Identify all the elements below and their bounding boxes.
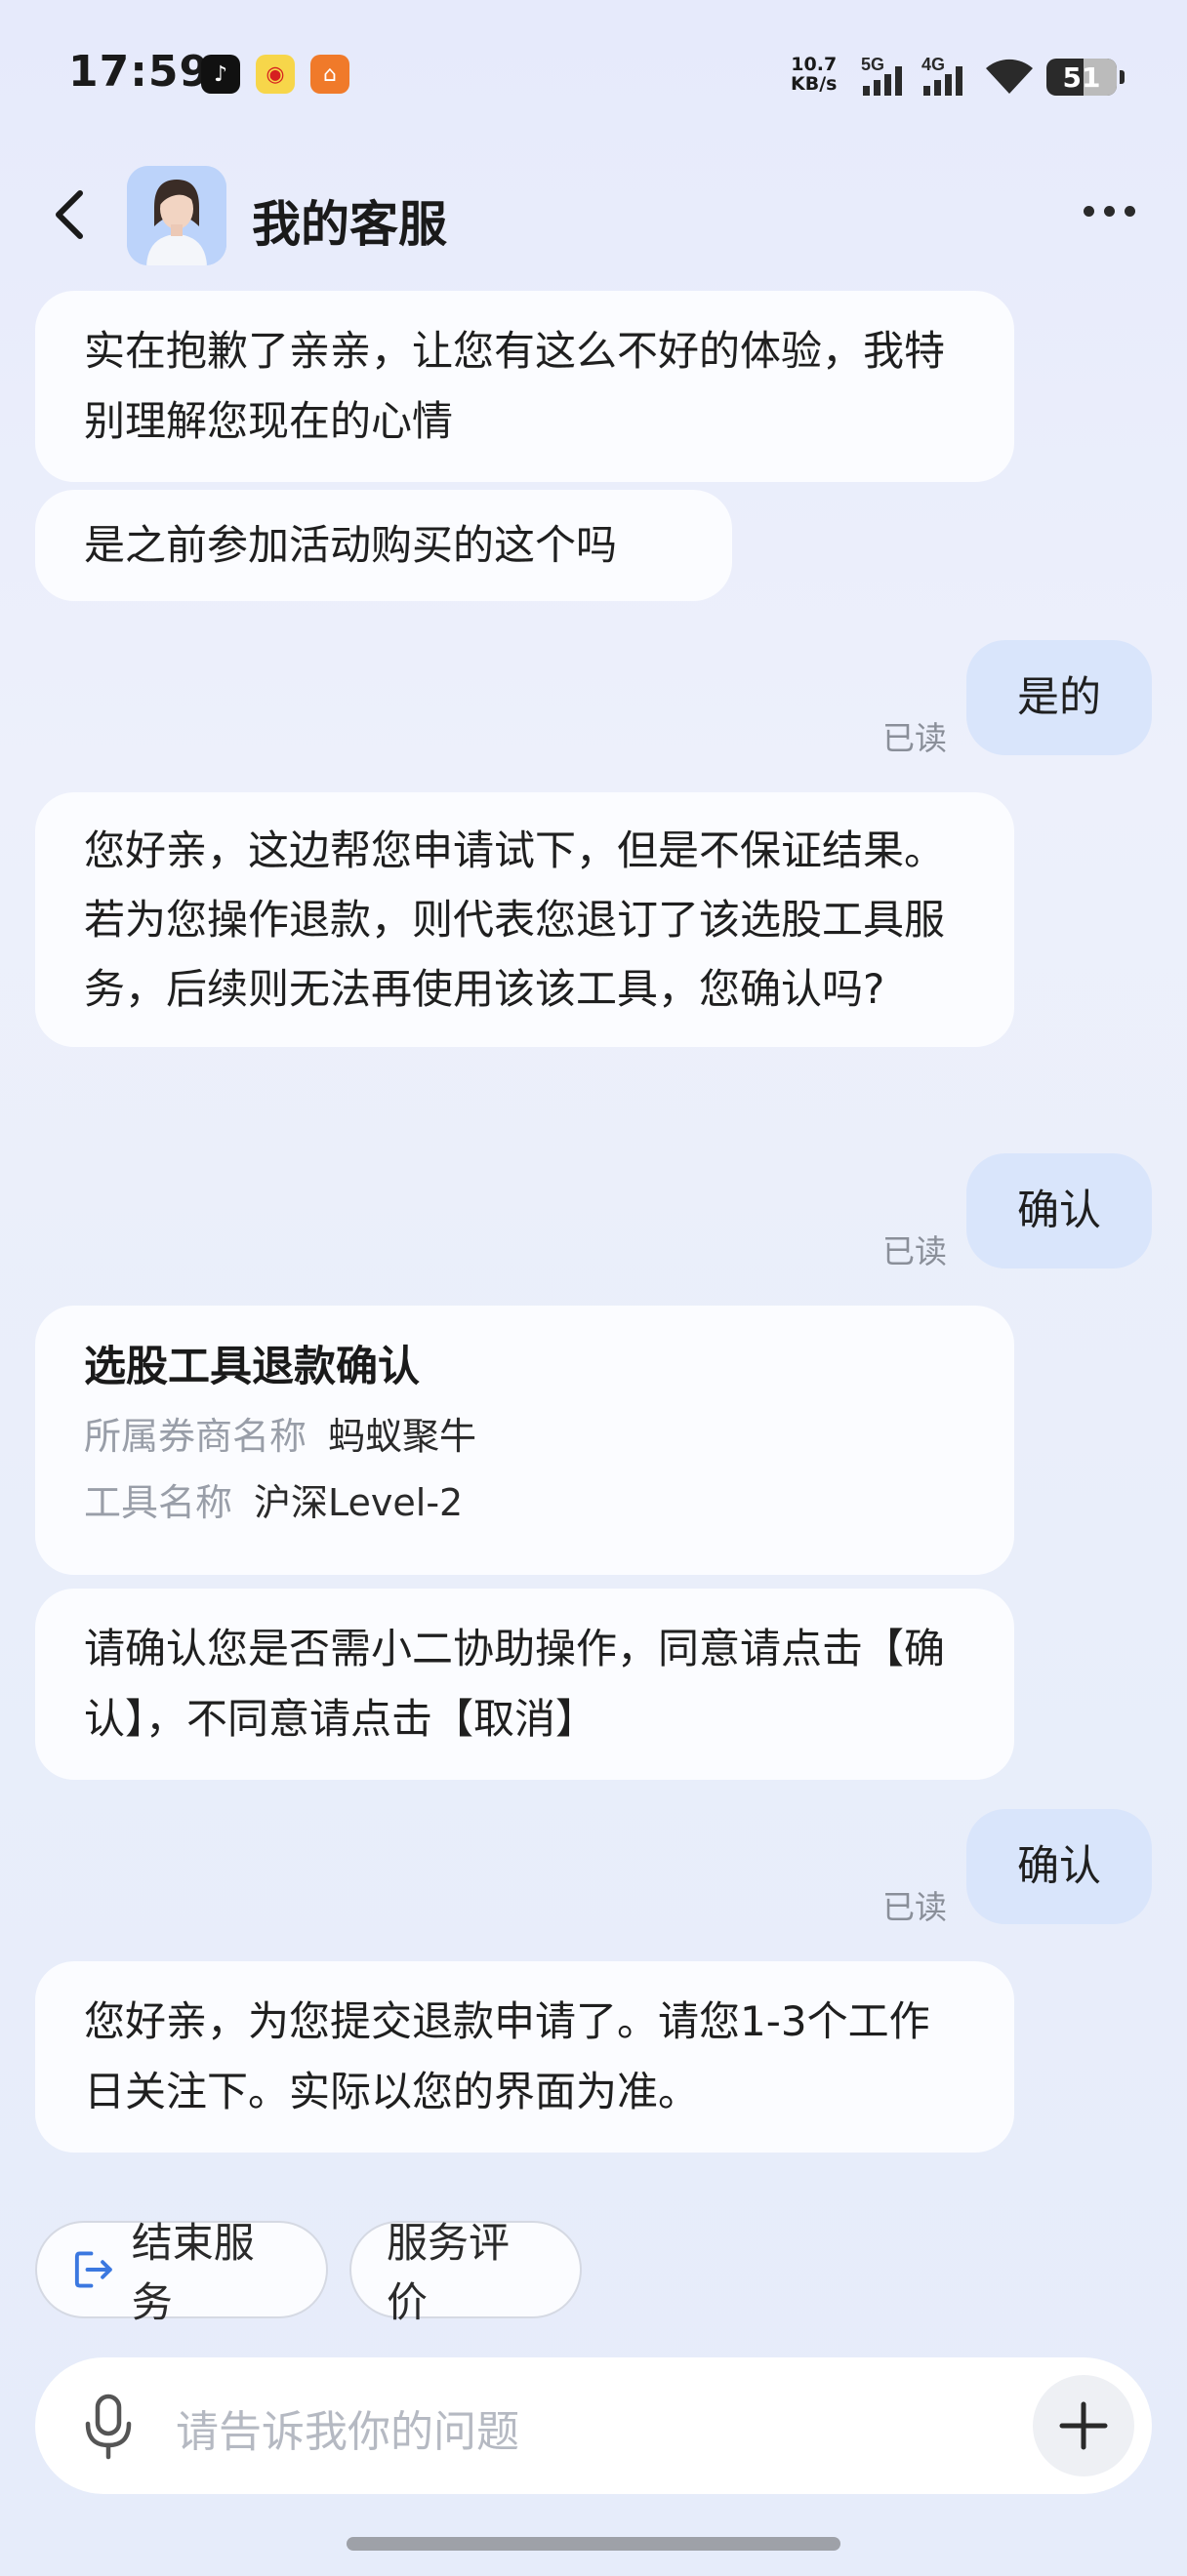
status-time: 17:59 xyxy=(68,47,211,97)
battery-icon: 51 xyxy=(1046,59,1125,96)
user-message: 确认 xyxy=(966,1153,1152,1268)
plus-icon xyxy=(1059,2401,1108,2450)
end-service-button[interactable]: 结束服务 xyxy=(35,2219,328,2326)
user-message: 是的 xyxy=(966,640,1152,755)
refund-confirmation-card[interactable]: 选股工具退款确认 所属券商名称 蚂蚁聚牛 工具名称 沪深Level-2 xyxy=(35,1306,1014,1575)
message-input[interactable]: 请告诉我你的问题 xyxy=(176,2396,519,2459)
back-button[interactable] xyxy=(47,185,96,244)
tiktok-icon: ♪ xyxy=(201,55,240,94)
orange-app-icon: ⌂ xyxy=(310,55,349,94)
agent-message: 是之前参加活动购买的这个吗 xyxy=(35,490,732,601)
agent-avatar[interactable] xyxy=(127,166,226,265)
user-message: 确认 xyxy=(966,1809,1152,1924)
card-title: 选股工具退款确认 xyxy=(84,1343,420,1391)
signal-4g-icon: 4G xyxy=(921,53,970,101)
message-input-bar: 请告诉我你的问题 xyxy=(35,2357,1152,2494)
rate-service-button[interactable]: 服务评价 xyxy=(349,2219,582,2326)
voice-input-button[interactable] xyxy=(74,2391,143,2461)
read-receipt: 已读 xyxy=(882,1888,947,1926)
more-options-button[interactable] xyxy=(1084,191,1152,230)
more-dots-icon xyxy=(1084,205,1094,217)
card-row-tool: 工具名称 沪深Level-2 xyxy=(84,1481,464,1524)
svg-text:4G: 4G xyxy=(921,55,945,74)
status-bar: 17:59 ♪ ◉ ⌂ 10.7 KB/s 5G 4G 51 xyxy=(0,0,1187,156)
agent-message: 您好亲，为您提交退款申请了。请您1-3个工作日关注下。实际以您的界面为准。 xyxy=(35,1961,1014,2153)
microphone-icon xyxy=(85,2394,132,2460)
svg-text:5G: 5G xyxy=(861,55,884,74)
add-button[interactable] xyxy=(1033,2375,1134,2476)
agent-message: 请确认您是否需小二协助操作，同意请点击【确认】，不同意请点击【取消】 xyxy=(35,1589,1014,1780)
read-receipt: 已读 xyxy=(882,719,947,757)
agent-message: 您好亲，这边帮您申请试下，但是不保证结果。若为您操作退款，则代表您退订了该选股工… xyxy=(35,792,1014,1047)
signal-5g-icon: 5G xyxy=(861,53,910,101)
exit-icon xyxy=(74,2251,112,2288)
home-indicator[interactable] xyxy=(347,2537,840,2551)
page-title: 我的客服 xyxy=(252,196,447,253)
card-row-broker: 所属券商名称 蚂蚁聚牛 xyxy=(84,1415,477,1458)
network-speed: 10.7 KB/s xyxy=(791,54,838,95)
wifi-icon xyxy=(982,55,1037,100)
weibo-icon: ◉ xyxy=(256,55,295,94)
chat-header: 我的客服 xyxy=(0,156,1187,273)
agent-message: 实在抱歉了亲亲，让您有这么不好的体验，我特别理解您现在的心情 xyxy=(35,291,1014,482)
chevron-left-icon xyxy=(56,190,83,239)
read-receipt: 已读 xyxy=(882,1232,947,1270)
